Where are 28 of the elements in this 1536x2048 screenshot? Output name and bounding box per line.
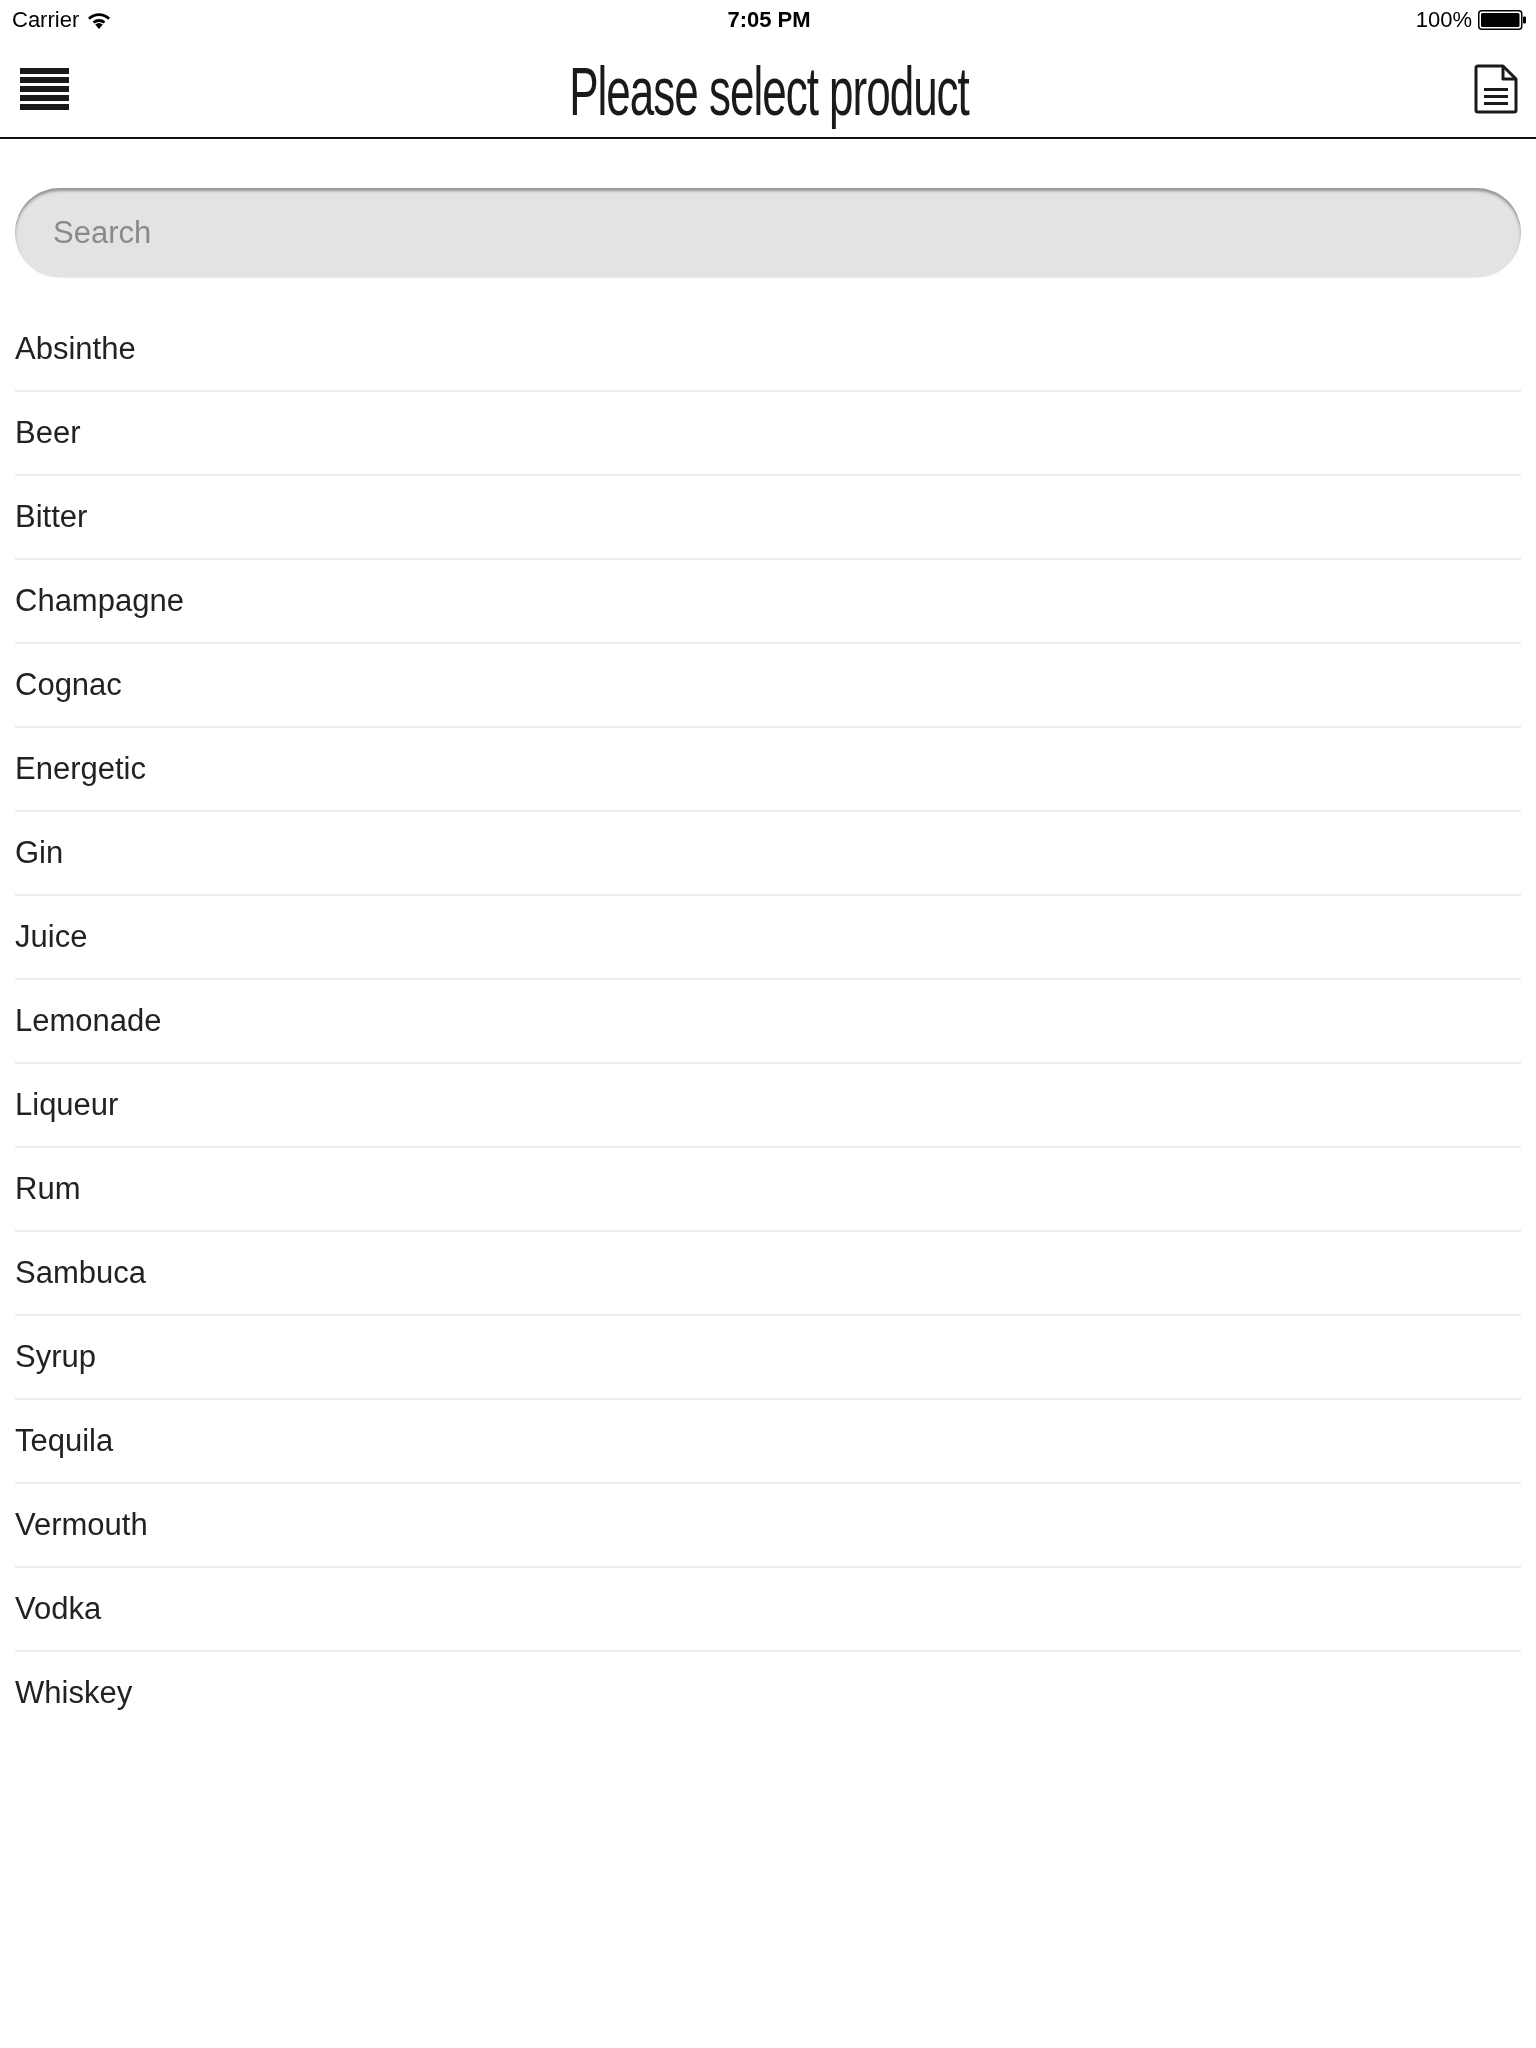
product-list-item[interactable]: Cognac <box>15 644 1521 728</box>
status-time: 7:05 PM <box>727 7 811 33</box>
product-list-item[interactable]: Absinthe <box>15 308 1521 392</box>
wifi-icon <box>87 11 112 29</box>
product-list-item[interactable]: Liqueur <box>15 1064 1521 1148</box>
product-list-item[interactable]: Lemonade <box>15 980 1521 1064</box>
product-list-item[interactable]: Rum <box>15 1148 1521 1232</box>
product-list-item[interactable]: Gin <box>15 812 1521 896</box>
page-title: Please select product <box>569 52 969 131</box>
menu-icon <box>20 67 69 110</box>
product-list-item[interactable]: Beer <box>15 392 1521 476</box>
product-list-item[interactable]: Syrup <box>15 1316 1521 1400</box>
product-list-item[interactable]: Whiskey <box>15 1652 1521 1736</box>
product-list-item[interactable]: Juice <box>15 896 1521 980</box>
product-list-item[interactable]: Bitter <box>15 476 1521 560</box>
product-list-item[interactable]: Tequila <box>15 1400 1521 1484</box>
battery-percentage: 100% <box>1415 7 1472 33</box>
product-list-item[interactable]: Vodka <box>15 1568 1521 1652</box>
product-list-item[interactable]: Champagne <box>15 560 1521 644</box>
product-list-item[interactable]: Vermouth <box>15 1484 1521 1568</box>
search-field[interactable]: Search <box>15 188 1521 277</box>
battery-icon <box>1478 10 1526 30</box>
product-list-item[interactable]: Sambuca <box>15 1232 1521 1316</box>
carrier-label: Carrier <box>12 7 80 33</box>
document-button[interactable] <box>1474 63 1518 114</box>
menu-button[interactable] <box>20 67 69 110</box>
document-icon <box>1474 63 1518 114</box>
product-list-item[interactable]: Energetic <box>15 728 1521 812</box>
